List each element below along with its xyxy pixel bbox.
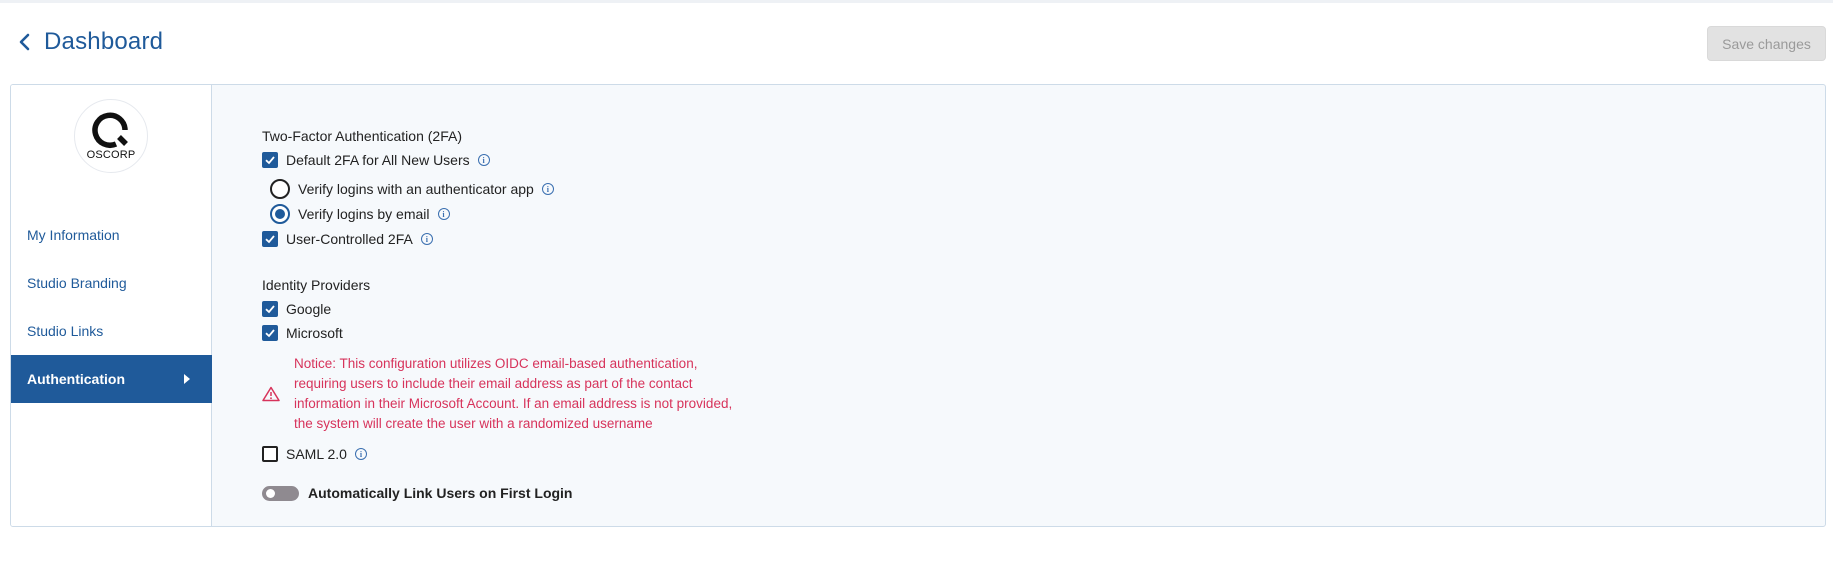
user-controlled-2fa-row: User-Controlled 2FA i <box>262 231 433 247</box>
sidebar-item-studio-links[interactable]: Studio Links <box>11 307 212 355</box>
auto-link-row: Automatically Link Users on First Login <box>262 485 572 501</box>
authenticator-app-radio[interactable] <box>270 179 290 199</box>
oscorp-logo-icon <box>92 112 128 148</box>
notice-text: Notice: This configuration utilizes OIDC… <box>294 356 733 431</box>
saml-checkbox[interactable] <box>262 446 278 462</box>
warning-icon <box>262 386 280 402</box>
email-verification-option: Verify logins by email i <box>270 204 450 224</box>
chevron-left-icon <box>19 33 30 51</box>
user-controlled-2fa-label: User-Controlled 2FA <box>286 231 413 247</box>
back-to-dashboard-link[interactable]: Dashboard <box>18 28 163 56</box>
sidebar-item-label: Studio Links <box>27 323 104 339</box>
info-icon[interactable]: i <box>420 233 433 245</box>
google-label: Google <box>286 301 332 317</box>
saml-label: SAML 2.0 <box>286 446 347 462</box>
sidebar-item-label: Authentication <box>27 371 125 387</box>
check-icon <box>265 329 275 338</box>
default-2fa-label: Default 2FA for All New Users <box>286 152 470 168</box>
default-2fa-checkbox[interactable] <box>262 152 278 168</box>
sidebar-nav: My Information Studio Branding Studio Li… <box>11 211 212 403</box>
top-border <box>0 0 1833 3</box>
email-verification-radio[interactable] <box>270 204 290 224</box>
auto-link-label: Automatically Link Users on First Login <box>308 485 573 501</box>
sidebar-item-studio-branding[interactable]: Studio Branding <box>11 259 212 307</box>
sidebar-item-label: My Information <box>27 227 120 243</box>
auto-link-toggle[interactable] <box>262 485 299 501</box>
microsoft-notice: Notice: This configuration utilizes OIDC… <box>262 354 734 434</box>
user-controlled-2fa-checkbox[interactable] <box>262 231 278 247</box>
check-icon <box>265 156 275 165</box>
check-icon <box>265 235 275 244</box>
logo-text: OSCORP <box>86 149 136 161</box>
authenticator-app-option: Verify logins with an authenticator app … <box>270 179 554 199</box>
email-verification-label: Verify logins by email <box>298 206 430 222</box>
twofa-section-title: Two-Factor Authentication (2FA) <box>262 128 462 144</box>
sidebar: OSCORP My Information Studio Branding St… <box>11 85 212 526</box>
default-2fa-row: Default 2FA for All New Users i <box>262 152 490 168</box>
idp-section-title: Identity Providers <box>262 277 371 293</box>
settings-card: OSCORP My Information Studio Branding St… <box>10 84 1826 527</box>
sidebar-item-authentication[interactable]: Authentication <box>11 355 212 403</box>
sidebar-item-my-information[interactable]: My Information <box>11 211 212 259</box>
info-icon[interactable]: i <box>541 183 554 195</box>
authenticator-app-label: Verify logins with an authenticator app <box>298 181 534 197</box>
sidebar-item-label: Studio Branding <box>27 275 127 291</box>
company-logo: OSCORP <box>74 99 148 173</box>
microsoft-label: Microsoft <box>286 325 343 341</box>
save-changes-button[interactable]: Save changes <box>1707 26 1826 61</box>
info-icon[interactable]: i <box>477 154 490 166</box>
caret-right-icon <box>184 374 190 384</box>
microsoft-checkbox[interactable] <box>262 325 278 341</box>
info-icon[interactable]: i <box>437 208 450 220</box>
google-checkbox[interactable] <box>262 301 278 317</box>
microsoft-row: Microsoft <box>262 325 343 341</box>
saml-row: SAML 2.0 i <box>262 446 367 462</box>
back-label: Dashboard <box>44 28 164 55</box>
google-row: Google <box>262 301 331 317</box>
info-icon[interactable]: i <box>354 448 367 460</box>
check-icon <box>265 305 275 314</box>
